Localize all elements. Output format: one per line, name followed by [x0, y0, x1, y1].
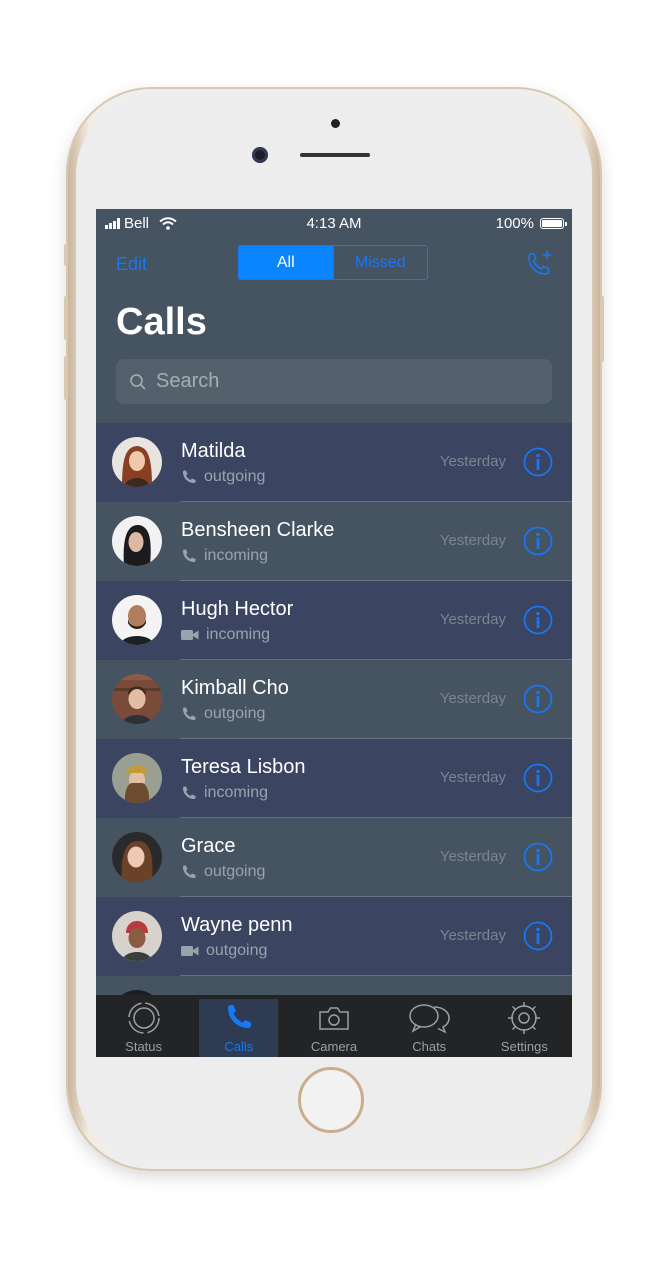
phone-icon [183, 865, 196, 878]
earpiece-speaker [300, 153, 370, 157]
tab-status-label: Status [125, 1039, 163, 1054]
gear-icon [508, 1002, 541, 1034]
call-list: Matilda outgoing Yesterday Bensheen Clar… [96, 423, 572, 1055]
call-row[interactable]: Matilda outgoing Yesterday [96, 423, 572, 502]
phone-icon [183, 786, 196, 799]
info-icon[interactable] [523, 684, 553, 714]
tab-chats[interactable]: Chats [382, 995, 477, 1057]
phone-icon [227, 1005, 251, 1028]
call-row[interactable]: Wayne penn outgoing Yesterday [96, 897, 572, 976]
call-time: Yesterday [439, 690, 506, 707]
tab-bar: Status Calls Camera Chats Settings [96, 995, 572, 1057]
status-bar: Bell 4:13 AM 100% [96, 209, 572, 237]
contact-name: Teresa Lisbon [181, 756, 306, 778]
call-row[interactable]: Hugh Hector incoming Yesterday [96, 581, 572, 660]
chat-bubbles-icon [409, 1004, 450, 1034]
edit-button[interactable]: Edit [116, 254, 147, 275]
phone-icon [183, 470, 196, 483]
home-button[interactable] [298, 1067, 364, 1133]
contact-name: Hugh Hector [181, 598, 294, 620]
tab-settings-label: Settings [500, 1039, 548, 1054]
call-direction: outgoing [204, 705, 266, 722]
info-icon[interactable] [523, 605, 553, 635]
info-icon[interactable] [523, 921, 553, 951]
search-input[interactable] [154, 369, 538, 394]
call-row[interactable]: Bensheen Clarke incoming Yesterday [96, 502, 572, 581]
video-camera-icon [181, 630, 199, 640]
contact-name: Wayne penn [181, 914, 293, 936]
call-row[interactable]: Teresa Lisbon incoming Yesterday [96, 739, 572, 818]
video-camera-icon [181, 946, 199, 956]
volume-up-button [64, 296, 68, 340]
volume-down-button [64, 356, 68, 400]
avatar [112, 753, 162, 803]
call-time: Yesterday [439, 769, 506, 786]
avatar [112, 595, 162, 645]
avatar [112, 832, 162, 882]
segment-all[interactable]: All [239, 246, 333, 279]
tab-chats-label: Chats [412, 1039, 447, 1054]
power-button [600, 296, 604, 362]
call-time: Yesterday [439, 848, 506, 865]
tab-calls[interactable]: Calls [191, 995, 286, 1057]
tab-settings[interactable]: Settings [477, 995, 572, 1057]
avatar [112, 674, 162, 724]
proximity-sensor [331, 119, 340, 128]
call-filter-segmented-control: All Missed [238, 245, 428, 280]
call-row[interactable]: Kimball Cho outgoing Yesterday [96, 660, 572, 739]
new-call-icon[interactable] [523, 249, 555, 281]
tab-status[interactable]: Status [96, 995, 191, 1057]
segment-missed[interactable]: Missed [332, 246, 428, 279]
call-direction: incoming [204, 547, 269, 564]
phone-icon [183, 707, 196, 720]
call-time: Yesterday [439, 611, 506, 628]
screen: Bell 4:13 AM 100% Edit All Missed Calls … [96, 209, 572, 1057]
search-bar[interactable] [116, 359, 552, 404]
battery-icon [540, 218, 567, 229]
info-icon[interactable] [523, 447, 553, 477]
call-direction: incoming [204, 784, 269, 801]
contact-name: Grace [181, 835, 236, 857]
status-icon [127, 1002, 160, 1034]
call-row[interactable]: Grace outgoing Yesterday [96, 818, 572, 897]
call-direction: outgoing [204, 863, 266, 880]
info-icon[interactable] [523, 763, 553, 793]
tab-calls-label: Calls [224, 1039, 254, 1054]
call-time: Yesterday [439, 453, 506, 470]
tab-camera-label: Camera [310, 1039, 358, 1054]
contact-name: Bensheen Clarke [181, 519, 335, 541]
call-time: Yesterday [439, 927, 506, 944]
avatar [112, 516, 162, 566]
tab-camera[interactable]: Camera [286, 995, 381, 1057]
camera-icon [319, 1007, 349, 1030]
page-title: Calls [116, 301, 207, 343]
contact-name: Kimball Cho [181, 677, 289, 699]
phone-icon [183, 549, 196, 562]
avatar [112, 911, 162, 961]
info-icon[interactable] [523, 526, 553, 556]
info-icon[interactable] [523, 842, 553, 872]
search-icon [130, 373, 146, 390]
avatar [112, 437, 162, 487]
battery-percent: 100% [495, 215, 534, 232]
call-direction: outgoing [204, 468, 266, 485]
side-button [64, 244, 68, 266]
call-direction: incoming [206, 626, 271, 643]
front-camera [252, 147, 268, 163]
call-direction: outgoing [206, 942, 268, 959]
contact-name: Matilda [181, 440, 246, 462]
call-time: Yesterday [439, 532, 506, 549]
